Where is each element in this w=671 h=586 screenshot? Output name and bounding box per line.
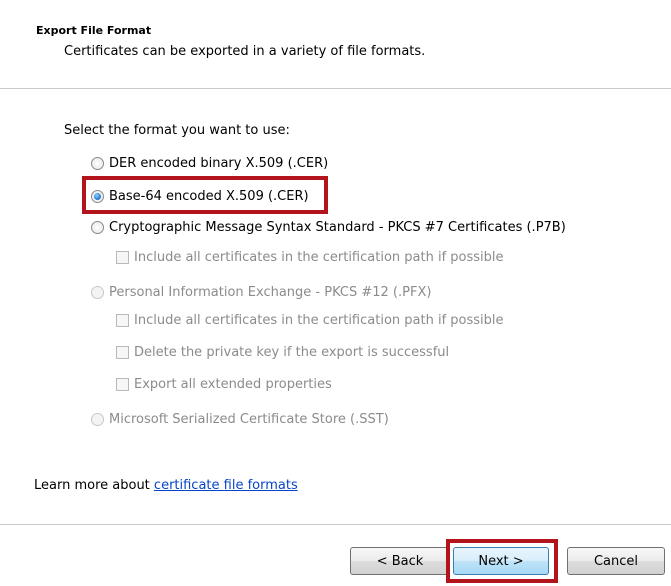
- pkcs7-include-chain-label: Include all certificates in the certific…: [134, 249, 504, 265]
- pfx-delete-key-label: Delete the private key if the export is …: [134, 344, 450, 360]
- pfx-include-chain-option[interactable]: Include all certificates in the certific…: [116, 310, 504, 330]
- radio-pfx[interactable]: Personal Information Exchange - PKCS #12…: [91, 281, 431, 303]
- pfx-delete-key-option[interactable]: Delete the private key if the export is …: [116, 342, 449, 362]
- page-title: Export File Format: [36, 24, 152, 37]
- radio-pfx-button[interactable]: [91, 285, 104, 299]
- header-divider: [0, 88, 671, 89]
- page-subtitle: Certificates can be exported in a variet…: [64, 44, 426, 59]
- highlight-box-next: [446, 539, 558, 583]
- cancel-button[interactable]: Cancel: [567, 547, 665, 575]
- pfx-include-chain-label: Include all certificates in the certific…: [134, 312, 504, 328]
- radio-pkcs7[interactable]: Cryptographic Message Syntax Standard - …: [91, 216, 566, 238]
- radio-pkcs7-label: Cryptographic Message Syntax Standard - …: [109, 219, 566, 235]
- back-button[interactable]: < Back: [350, 547, 450, 575]
- pfx-delete-key-checkbox[interactable]: [116, 345, 129, 359]
- radio-pfx-label: Personal Information Exchange - PKCS #12…: [109, 284, 432, 300]
- learn-more-text: Learn more about certificate file format…: [34, 478, 298, 493]
- radio-der-label: DER encoded binary X.509 (.CER): [109, 155, 329, 171]
- format-prompt: Select the format you want to use:: [64, 123, 290, 138]
- pfx-export-props-label: Export all extended properties: [134, 376, 332, 392]
- radio-pkcs7-button[interactable]: [91, 220, 104, 234]
- pfx-export-props-option[interactable]: Export all extended properties: [116, 374, 332, 394]
- learn-more-prefix: Learn more about: [34, 478, 154, 493]
- pfx-include-chain-checkbox[interactable]: [116, 313, 129, 327]
- pkcs7-include-chain-option[interactable]: Include all certificates in the certific…: [116, 247, 504, 267]
- footer-divider: [0, 524, 671, 525]
- radio-sst[interactable]: Microsoft Serialized Certificate Store (…: [91, 408, 389, 430]
- pkcs7-include-chain-checkbox[interactable]: [116, 250, 129, 264]
- certificate-formats-link[interactable]: certificate file formats: [154, 478, 298, 493]
- radio-der[interactable]: DER encoded binary X.509 (.CER): [91, 152, 328, 174]
- radio-sst-button[interactable]: [91, 412, 104, 426]
- radio-sst-label: Microsoft Serialized Certificate Store (…: [109, 411, 389, 427]
- pfx-export-props-checkbox[interactable]: [116, 377, 129, 391]
- highlight-box-base64: [82, 176, 328, 214]
- radio-der-button[interactable]: [91, 156, 104, 170]
